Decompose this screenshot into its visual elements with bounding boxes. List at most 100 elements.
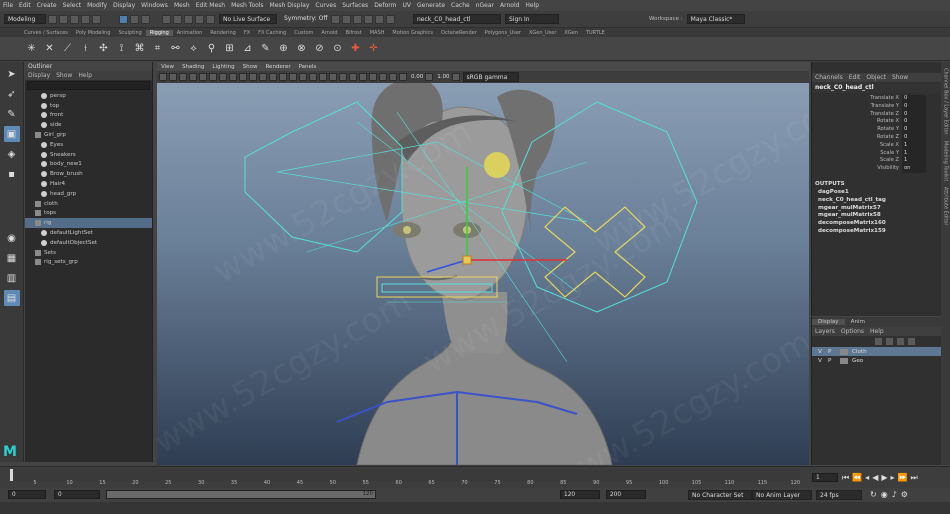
paint-weights-icon[interactable]: ✎ [258,41,273,56]
shelf-tab-arnold[interactable]: Arnold [317,30,341,36]
menu-mesh[interactable]: Mesh [171,2,193,9]
mode-dropdown[interactable]: Modeling [4,14,46,24]
image-plane-icon[interactable] [189,73,197,81]
outliner-item[interactable]: persp [25,91,152,101]
menu-surfaces[interactable]: Surfaces [339,2,371,9]
select-hierarchy-icon[interactable] [119,14,128,24]
perspective-viewport[interactable]: View Shading Lighting Show Renderer Panels 0.… [157,62,809,465]
film-gate-icon[interactable] [229,73,237,81]
shelf-tab-sculpting[interactable]: Sculpting [114,30,145,36]
menu-edit-mesh[interactable]: Edit Mesh [193,2,228,9]
ik-spline-icon[interactable]: ⟋ [60,41,75,56]
outliner-item[interactable]: defaultLightSet [25,228,152,238]
single-pane-icon[interactable]: ◉ [4,230,20,246]
channel-menu-object[interactable]: Object [863,74,889,81]
viewport-menu-view[interactable]: View [157,64,178,70]
step-back-icon[interactable]: ◂ [865,473,869,483]
outliner-menu-display[interactable]: Display [25,72,53,79]
channel-value[interactable]: 0 [902,110,926,119]
render-view-icon[interactable] [386,14,395,24]
outliner-menu-help[interactable]: Help [75,72,95,79]
lattice-icon[interactable]: ⊞ [222,41,237,56]
ipr-render-icon[interactable] [353,14,362,24]
shelf-tab-turtle[interactable]: TURTLE [582,30,609,36]
redo-icon[interactable] [92,14,101,24]
locator-alt-icon[interactable]: ✛ [366,41,381,56]
scale-tool-icon[interactable]: ▪ [4,166,20,182]
channel-value[interactable]: on [902,165,926,173]
aa-icon[interactable] [379,73,387,81]
wireframe-icon[interactable] [289,73,297,81]
viewport-menu-lighting[interactable]: Lighting [208,64,238,70]
layer-menu-layers[interactable]: Layers [812,328,838,335]
remove-joint-icon[interactable]: ⌗ [150,41,165,56]
outliner-item[interactable]: cloth [25,199,152,209]
symmetry-dropdown[interactable]: Symmetry: Off [281,14,329,24]
layer-visibility-toggle[interactable]: V [812,358,824,364]
gamma-field[interactable]: 1.00 [437,74,449,80]
shelf-tab-xgen[interactable]: XGen [560,30,582,36]
channel-value[interactable]: 1 [902,149,926,158]
shelf-tab-rigging[interactable]: Rigging [145,29,173,36]
outliner-menu-show[interactable]: Show [53,72,75,79]
channel-menu-show[interactable]: Show [889,74,911,81]
insert-joint-icon[interactable]: ⟟ [114,41,129,56]
shadows-icon[interactable] [329,73,337,81]
aim-constraint-icon[interactable]: ⊗ [294,41,309,56]
outliner-item[interactable]: head_grp [25,189,152,199]
fps-dropdown[interactable]: 24 fps [816,490,862,500]
parent-constraint-icon[interactable]: ⊙ [330,41,345,56]
orient-joint-icon[interactable]: ✣ [96,41,111,56]
select-component-icon[interactable] [141,14,150,24]
go-to-end-icon[interactable]: ⏭ [910,473,917,483]
menu-help[interactable]: Help [522,2,542,9]
layout-icon[interactable]: ▤ [3,290,20,306]
xray-joints-icon[interactable] [349,73,357,81]
outliner-item[interactable]: defaultObjectSet [25,238,152,248]
menu-arnold[interactable]: Arnold [497,2,522,9]
outliner-item[interactable]: Sets [25,248,152,258]
gate-mask-icon[interactable] [249,73,257,81]
safe-title-icon[interactable] [279,73,287,81]
channel-value[interactable]: 0 [902,126,926,134]
xray-icon[interactable] [339,73,347,81]
outliner-item[interactable]: Girl_grp [25,130,152,140]
shelf-tab-bifrost[interactable]: Bifrost [342,30,366,36]
channel-value[interactable]: 0 [902,102,926,111]
undo-icon[interactable] [81,14,90,24]
outliner-item[interactable]: tops [25,209,152,219]
outliner-item[interactable]: Brow_brush [25,169,152,179]
menu-deform[interactable]: Deform [371,2,399,9]
camera-attr-icon[interactable] [169,73,177,81]
move-tool-icon[interactable]: ▣ [3,126,20,142]
exposure-field[interactable]: 0.00 [411,74,423,80]
layer-visibility-toggle[interactable]: V [812,349,824,355]
four-pane-icon[interactable]: ▦ [4,250,20,266]
viewport-menu-renderer[interactable]: Renderer [261,64,294,70]
sign-in-button[interactable]: Sign In [505,14,559,24]
reroot-icon[interactable]: ⌘ [132,41,147,56]
play-back-icon[interactable]: ◀ [872,473,878,483]
channel-row[interactable]: Visibility on [812,165,941,173]
render-frame-icon[interactable] [331,14,340,24]
output-node[interactable]: decomposeMatrix159 [812,228,941,236]
step-forward-key-icon[interactable]: ⏩ [898,473,908,483]
channel-row[interactable]: Rotate Y0 [812,126,941,134]
outliner-item[interactable]: top [25,101,152,111]
loop-icon[interactable]: ↻ [870,490,877,499]
shelf-tab-custom[interactable]: Custom [290,30,317,36]
side-tab-attribute-editor[interactable]: Attribute Editor [943,187,949,225]
2d-pan-icon[interactable] [199,73,207,81]
render-settings-icon[interactable] [364,14,373,24]
snap-view-icon[interactable] [206,14,215,24]
ao-icon[interactable] [369,73,377,81]
character-set-dropdown[interactable]: No Character Set [688,490,752,500]
channel-row[interactable]: Scale Y1 [812,149,941,158]
current-frame-field[interactable]: 1 [812,473,838,482]
paint-select-icon[interactable]: ✎ [4,106,20,122]
move-layer-up-icon[interactable] [874,337,883,346]
channel-value[interactable]: 0 [902,95,926,103]
shelf-tab-poly-modeling[interactable]: Poly Modeling [72,30,115,36]
outliner-item[interactable]: rig [25,218,152,229]
auto-key-icon[interactable]: ◉ [881,490,888,499]
